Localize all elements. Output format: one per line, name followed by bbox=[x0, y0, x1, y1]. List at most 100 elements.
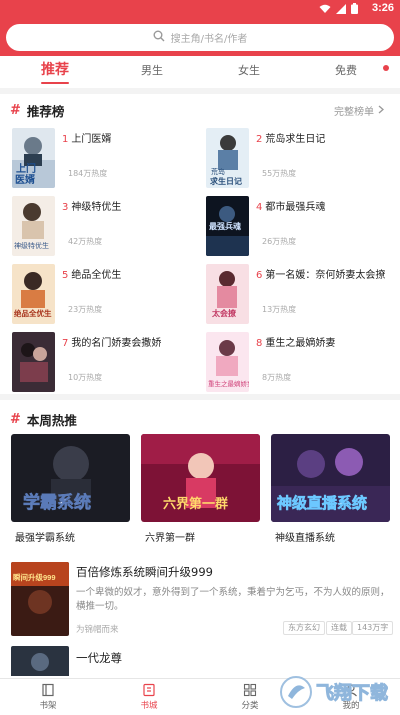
featured-book-cover[interactable]: 瞬间升级999 bbox=[11, 562, 69, 636]
hot-book-cover[interactable]: 学霸系统 bbox=[11, 434, 130, 522]
svg-text:神级直播系统: 神级直播系统 bbox=[277, 494, 367, 512]
svg-text:上门: 上门 bbox=[16, 162, 36, 175]
book-cover: 上门 医婿 bbox=[12, 128, 55, 188]
tab-female[interactable]: 女生 bbox=[238, 62, 260, 78]
ranking-item[interactable]: 荒岛 求生日记 2 荒岛求生日记 55万热度 bbox=[206, 128, 386, 190]
ranking-item[interactable]: 神级特优生 3 神级特优生 42万热度 bbox=[12, 196, 192, 258]
heat-count: 55万热度 bbox=[262, 169, 297, 178]
tab-free[interactable]: 免费 bbox=[335, 62, 357, 78]
watermark-text: 飞翔下载 bbox=[316, 682, 388, 703]
svg-text:太会撩: 太会撩 bbox=[211, 308, 237, 318]
hot-book-cover[interactable]: 六界第一群 bbox=[141, 434, 260, 522]
hot-book-title[interactable]: 六界第一群 bbox=[145, 529, 195, 544]
category-grid-icon bbox=[243, 683, 257, 697]
site-watermark: 飞翔下载 bbox=[278, 672, 396, 712]
svg-text:重生之最嫡娇妻: 重生之最嫡娇妻 bbox=[208, 379, 249, 388]
heat-count: 26万热度 bbox=[262, 237, 297, 246]
svg-text:绝品全优生: 绝品全优生 bbox=[14, 308, 52, 318]
svg-text:六界第一群: 六界第一群 bbox=[163, 496, 228, 511]
tab-recommend[interactable]: 推荐 bbox=[41, 59, 69, 79]
full-ranking-label: 完整榜单 bbox=[334, 107, 374, 118]
nav-bookshelf-label: 书架 bbox=[39, 701, 57, 711]
heat-count: 23万热度 bbox=[68, 305, 103, 314]
book-cover bbox=[12, 332, 55, 392]
wifi-icon bbox=[319, 4, 331, 17]
svg-text:学霸系统: 学霸系统 bbox=[23, 492, 91, 512]
nav-bookstore[interactable]: 书城 bbox=[129, 683, 169, 711]
search-bar[interactable]: 搜主角/书名/作者 bbox=[6, 24, 394, 51]
rank-number: 3 bbox=[62, 202, 69, 213]
status-bar: 3:26 bbox=[0, 0, 400, 18]
ranking-item[interactable]: 重生之最嫡娇妻 8 重生之最嫡娇妻 8万热度 bbox=[206, 332, 386, 394]
book-title: 上门医婿 bbox=[71, 134, 112, 145]
ranking-item[interactable]: 绝品全优生 5 绝品全优生 23万热度 bbox=[12, 264, 192, 326]
ranking-item[interactable]: 上门 医婿 1 上门医婿 184万热度 bbox=[12, 128, 192, 190]
book-cover: 荒岛 求生日记 bbox=[206, 128, 249, 188]
tab-male[interactable]: 男生 bbox=[141, 62, 163, 78]
book-cover: 重生之最嫡娇妻 bbox=[206, 332, 249, 392]
book-cover: 神级特优生 bbox=[12, 196, 55, 256]
status-icons bbox=[319, 3, 358, 17]
rank-number: 8 bbox=[256, 338, 263, 349]
active-tab-indicator bbox=[41, 82, 69, 84]
book-title: 绝品全优生 bbox=[71, 270, 122, 281]
book-title: 第一名媛：奈何娇妻太会撩 bbox=[265, 270, 386, 281]
book-cover: 太会撩 bbox=[206, 264, 249, 324]
hot-book-cover[interactable]: 神级直播系统 bbox=[271, 434, 390, 522]
bookshelf-icon bbox=[42, 683, 54, 697]
ranking-item[interactable]: 太会撩 6 第一名媛：奈何娇妻太会撩 13万热度 bbox=[206, 264, 386, 326]
book-title: 重生之最嫡娇妻 bbox=[265, 338, 336, 349]
ranking-item[interactable]: 7 我的名门娇妻会撒娇 10万热度 bbox=[12, 332, 192, 394]
heat-count: 13万热度 bbox=[262, 305, 297, 314]
hot-book-title[interactable]: 最强学霸系统 bbox=[15, 529, 75, 544]
book-title: 我的名门娇妻会撒娇 bbox=[71, 338, 162, 349]
battery-icon bbox=[351, 3, 358, 17]
app-header: 搜主角/书名/作者 bbox=[0, 18, 400, 56]
svg-text:求生日记: 求生日记 bbox=[210, 176, 242, 186]
nav-bookstore-label: 书城 bbox=[140, 701, 158, 711]
status-tag: 连载 bbox=[326, 621, 352, 635]
nav-bookshelf[interactable]: 书架 bbox=[28, 683, 68, 711]
second-book-title[interactable]: 一代龙尊 bbox=[76, 650, 122, 666]
heat-count: 8万热度 bbox=[262, 373, 292, 382]
rank-number: 2 bbox=[256, 134, 263, 145]
wordcount-tag: 143万字 bbox=[352, 621, 394, 635]
genre-tag: 东方玄幻 bbox=[283, 621, 325, 635]
search-icon bbox=[153, 30, 165, 45]
book-title: 都市最强兵魂 bbox=[265, 202, 326, 213]
ranking-title: # 推荐榜 bbox=[10, 101, 64, 120]
ranking-title-text: 推荐榜 bbox=[26, 104, 65, 119]
full-ranking-link[interactable]: 完整榜单 bbox=[334, 103, 384, 118]
rank-number: 1 bbox=[62, 134, 69, 145]
heat-count: 184万热度 bbox=[68, 169, 108, 178]
svg-text:医婿: 医婿 bbox=[15, 173, 36, 186]
heat-count: 42万热度 bbox=[68, 237, 103, 246]
category-tabs: 推荐 男生 女生 免费 bbox=[0, 56, 400, 88]
book-title: 神级特优生 bbox=[71, 202, 122, 213]
book-cover: 绝品全优生 bbox=[12, 264, 55, 324]
rank-number: 7 bbox=[62, 338, 69, 349]
notification-dot bbox=[383, 65, 389, 71]
book-title: 荒岛求生日记 bbox=[265, 134, 326, 145]
featured-book-title[interactable]: 百倍修炼系统瞬间升级999 bbox=[76, 564, 213, 580]
book-cover: 最强兵魂 bbox=[206, 196, 249, 256]
featured-book-author: 为锦帽而来 bbox=[76, 625, 119, 635]
rank-number: 5 bbox=[62, 270, 69, 281]
heat-count: 10万热度 bbox=[68, 373, 103, 382]
signal-icon bbox=[336, 3, 346, 17]
chevron-right-icon bbox=[378, 105, 384, 117]
second-book-cover[interactable] bbox=[11, 646, 69, 676]
weekly-title-text: 本周热推 bbox=[26, 413, 77, 428]
ranking-item[interactable]: 最强兵魂 4 都市最强兵魂 26万热度 bbox=[206, 196, 386, 258]
svg-text:神级特优生: 神级特优生 bbox=[14, 241, 49, 250]
nav-category[interactable]: 分类 bbox=[230, 683, 270, 711]
search-placeholder: 搜主角/书名/作者 bbox=[170, 34, 248, 45]
weekly-title: # 本周热推 bbox=[10, 410, 77, 429]
svg-text:荒岛: 荒岛 bbox=[211, 167, 225, 176]
rank-number: 6 bbox=[256, 270, 263, 281]
nav-category-label: 分类 bbox=[241, 701, 259, 711]
svg-text:最强兵魂: 最强兵魂 bbox=[209, 221, 241, 231]
featured-book-description: 一个卑微的奴才，意外得到了一个系统，秉着宁为乞丐，不为人奴的原则，横推一切。 bbox=[76, 587, 390, 612]
bookstore-icon bbox=[143, 683, 155, 697]
hot-book-title[interactable]: 神级直播系统 bbox=[275, 529, 335, 544]
